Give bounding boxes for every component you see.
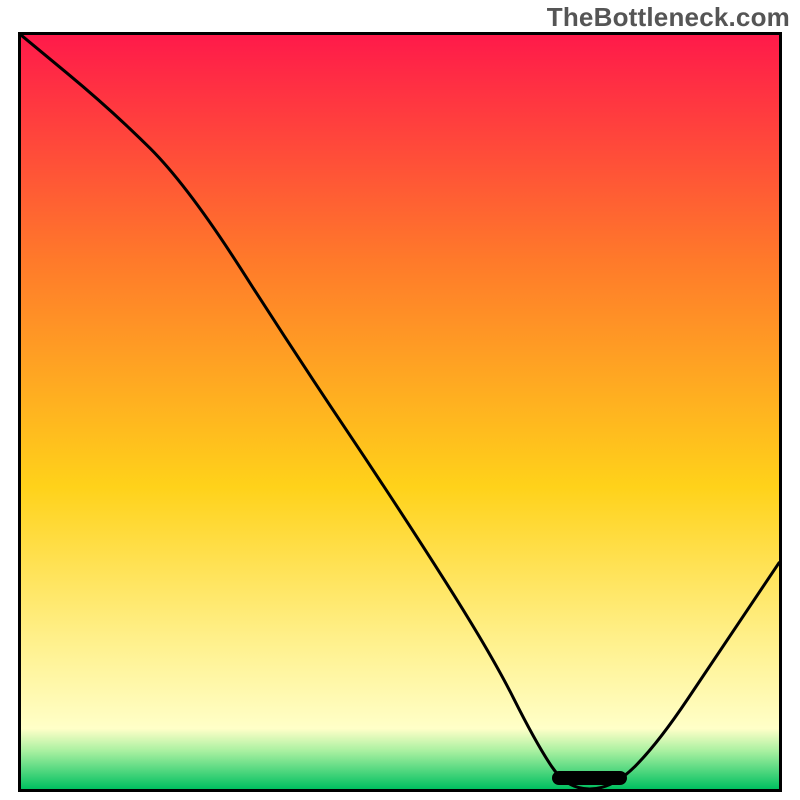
optimal-range-marker [552,771,628,785]
gradient-background [21,35,779,789]
gradient-rect [21,35,779,789]
watermark-text: TheBottleneck.com [547,2,790,33]
chart-stage: TheBottleneck.com [0,0,800,800]
plot-area [18,32,782,792]
